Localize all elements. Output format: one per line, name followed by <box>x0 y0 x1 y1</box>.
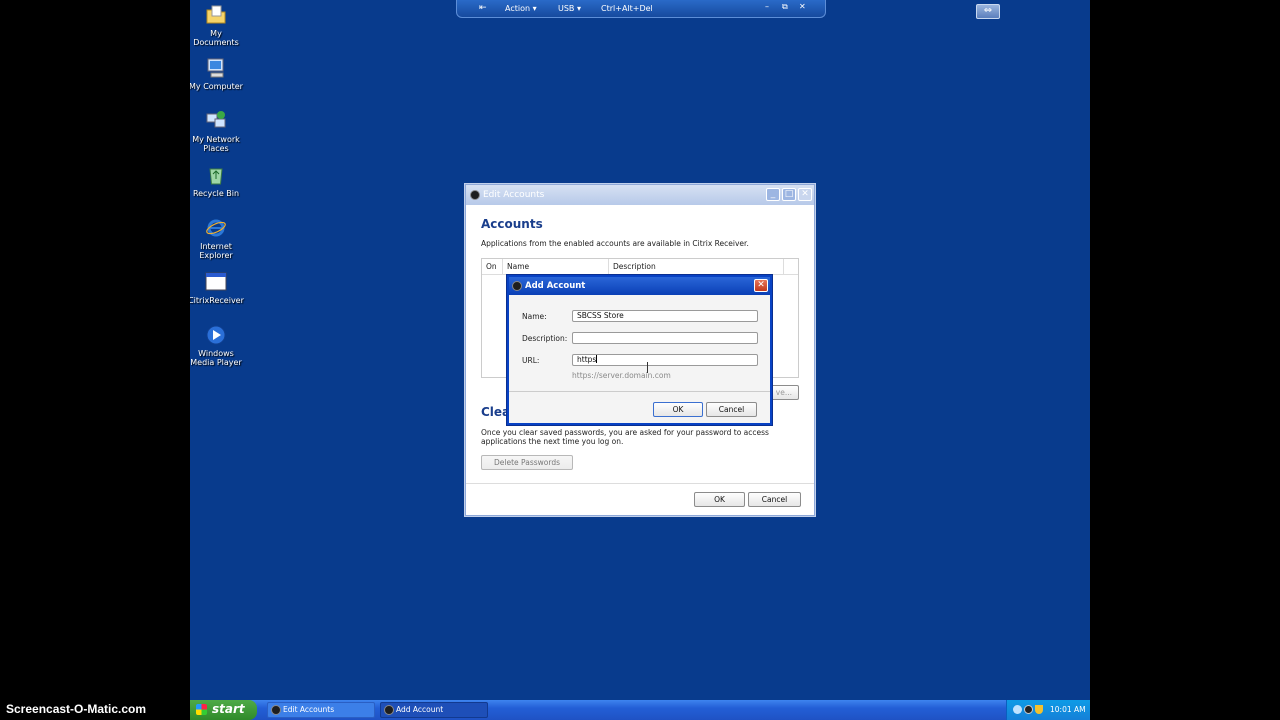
watermark: Screencast-O-Matic.com <box>6 702 147 716</box>
desktop-icon-label: My Network Places <box>192 135 240 153</box>
close-button[interactable]: ✕ <box>798 188 812 201</box>
security-shield-icon[interactable] <box>1035 705 1043 714</box>
column-name[interactable]: Name <box>503 259 609 275</box>
citrix-icon <box>470 190 480 200</box>
restore-window-button[interactable]: ⇔ <box>976 4 1000 19</box>
internet-explorer-icon <box>205 217 227 239</box>
restore-icon[interactable]: ⧉ <box>782 2 788 12</box>
citrix-receiver-icon <box>205 271 227 293</box>
desktop-icon-my-computer[interactable]: My Computer <box>190 57 244 91</box>
ok-button[interactable]: OK <box>653 402 703 417</box>
ctrl-alt-del-button[interactable]: Ctrl+Alt+Del <box>601 4 653 13</box>
system-tray: 10:01 AM <box>1006 700 1090 720</box>
accounts-heading: Accounts <box>481 217 543 231</box>
url-field[interactable]: https <box>572 354 758 366</box>
add-account-dialog: Add Account ✕ Name: SBCSS Store Descript… <box>507 275 772 425</box>
desktop-icon-network-places[interactable]: My Network Places <box>190 110 244 153</box>
divider <box>466 483 814 484</box>
citrix-tray-icon[interactable] <box>1024 705 1033 714</box>
desktop-icon-my-documents[interactable]: My Documents <box>190 4 244 47</box>
column-on[interactable]: On <box>482 259 503 275</box>
url-label: URL: <box>522 356 540 365</box>
media-player-icon <box>205 324 227 346</box>
delete-passwords-button[interactable]: Delete Passwords <box>481 455 573 470</box>
table-header: On Name Description <box>482 259 798 275</box>
desktop-icon-citrix-receiver[interactable]: CitrixReceiver <box>190 271 244 305</box>
dialog-title: Add Account <box>525 281 586 291</box>
column-description[interactable]: Description <box>609 259 784 275</box>
description-label: Description: <box>522 334 568 343</box>
start-label: start <box>212 702 245 716</box>
usb-menu[interactable]: USB ▾ <box>558 4 581 13</box>
close-button[interactable]: ✕ <box>754 279 768 292</box>
url-value: https <box>577 355 597 364</box>
citrix-icon <box>271 705 281 715</box>
connection-icon[interactable] <box>1013 705 1022 714</box>
task-label: Add Account <box>396 705 444 714</box>
minimize-button[interactable]: _ <box>766 188 780 201</box>
desktop-icon-label: Internet Explorer <box>199 242 233 260</box>
task-label: Edit Accounts <box>283 705 335 714</box>
clear-passwords-heading: Clea <box>481 405 511 419</box>
desktop-icon-label: My Documents <box>193 29 239 47</box>
pin-icon[interactable]: ⇤ <box>479 3 487 13</box>
recycle-bin-icon <box>205 164 227 186</box>
add-account-titlebar[interactable]: Add Account ✕ <box>509 277 770 295</box>
window-title: Edit Accounts <box>483 190 545 200</box>
desktop-icon-label: CitrixReceiver <box>190 296 244 305</box>
description-field[interactable] <box>572 332 758 344</box>
edit-accounts-titlebar[interactable]: Edit Accounts _ □ ✕ <box>466 185 814 205</box>
url-hint: https://server.domain.com <box>572 371 671 380</box>
clear-passwords-description: Once you clear saved passwords, you are … <box>481 428 769 446</box>
desktop-icon-recycle-bin[interactable]: Recycle Bin <box>190 164 244 198</box>
network-icon <box>205 110 227 132</box>
divider <box>509 391 770 392</box>
citrix-icon <box>512 281 522 291</box>
desktop-icon-media-player[interactable]: Windows Media Player <box>190 324 244 367</box>
clock: 10:01 AM <box>1050 705 1086 714</box>
maximize-button[interactable]: □ <box>782 188 796 201</box>
remote-session-toolbar: ⇤ Action ▾ USB ▾ Ctrl+Alt+Del – ⧉ ✕ <box>456 0 826 18</box>
name-label: Name: <box>522 312 547 321</box>
ok-button[interactable]: OK <box>694 492 745 507</box>
action-menu[interactable]: Action ▾ <box>505 4 537 13</box>
taskbar: start Edit Accounts Add Account 10:01 AM <box>190 700 1090 720</box>
taskbar-item-edit-accounts[interactable]: Edit Accounts <box>267 702 375 718</box>
text-cursor <box>596 355 598 363</box>
name-field[interactable]: SBCSS Store <box>572 310 758 322</box>
desktop-icon-label: My Computer <box>190 82 243 91</box>
minimize-icon[interactable]: – <box>765 2 769 11</box>
start-button[interactable]: start <box>190 700 257 720</box>
desktop-icon-internet-explorer[interactable]: Internet Explorer <box>190 217 244 260</box>
mouse-cursor-icon <box>647 362 648 373</box>
desktop-icon-label: Windows Media Player <box>190 349 242 367</box>
close-icon[interactable]: ✕ <box>799 2 806 11</box>
citrix-icon <box>384 705 394 715</box>
folder-icon <box>205 4 227 26</box>
cancel-button[interactable]: Cancel <box>748 492 801 507</box>
cancel-button[interactable]: Cancel <box>706 402 757 417</box>
desktop-icon-label: Recycle Bin <box>192 189 240 198</box>
accounts-description: Applications from the enabled accounts a… <box>481 239 749 248</box>
taskbar-item-add-account[interactable]: Add Account <box>380 702 488 718</box>
remote-desktop: My Documents My Computer My Network Plac… <box>190 0 1090 720</box>
computer-icon <box>205 57 227 79</box>
windows-logo-icon <box>196 704 207 715</box>
